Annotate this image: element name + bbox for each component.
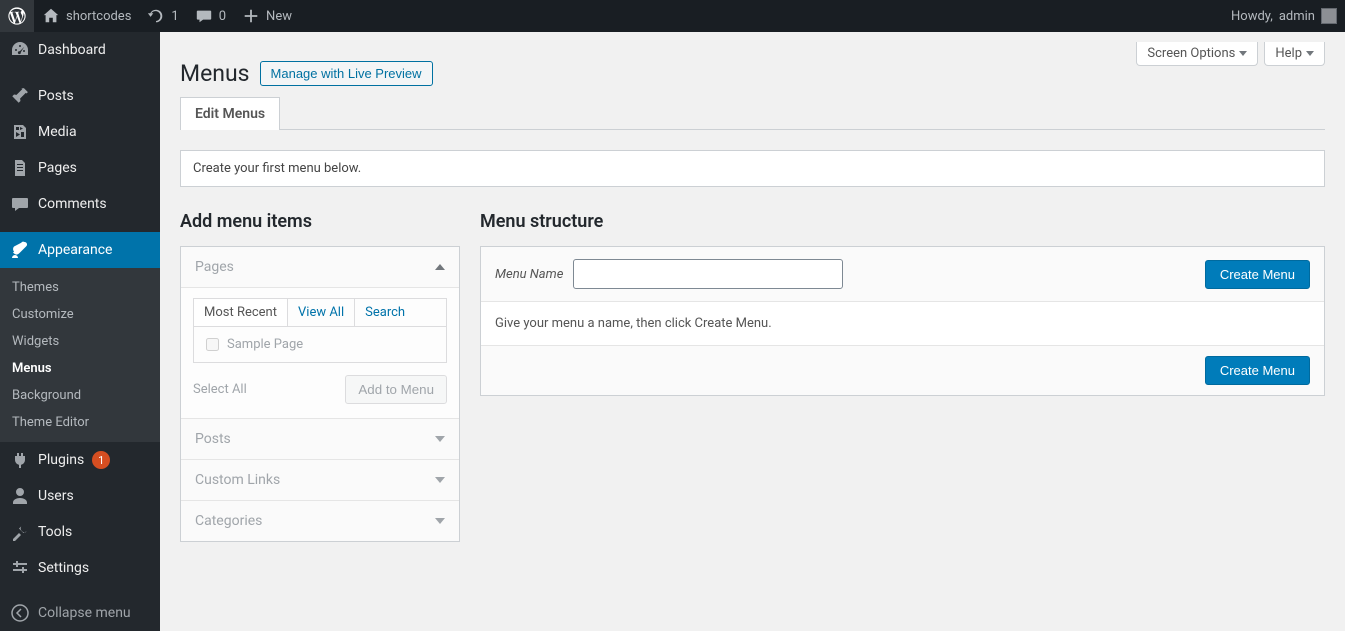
sidebar-item-label: Pages: [38, 160, 77, 176]
sidebar-item-media[interactable]: Media: [0, 114, 160, 150]
sidebar-item-users[interactable]: Users: [0, 478, 160, 514]
collapse-menu-label: Collapse menu: [38, 605, 131, 621]
comment-icon: [10, 194, 30, 214]
howdy-user: admin: [1279, 9, 1315, 24]
brush-icon: [10, 240, 30, 260]
site-name-link[interactable]: shortcodes: [34, 0, 139, 32]
accordion-container: Pages Most Recent View All Search Sa: [180, 246, 460, 542]
plug-icon: [10, 450, 30, 470]
howdy-prefix: Howdy,: [1231, 9, 1273, 24]
pages-checklist: Sample Page: [193, 327, 447, 363]
comments-link[interactable]: 0: [187, 0, 234, 32]
sidebar-item-plugins[interactable]: Plugins 1: [0, 442, 160, 478]
pages-tab-search[interactable]: Search: [355, 299, 415, 326]
sidebar-item-dashboard[interactable]: Dashboard: [0, 32, 160, 68]
my-account-link[interactable]: Howdy, admin: [1223, 0, 1345, 32]
submenu-item-customize[interactable]: Customize: [0, 301, 160, 328]
new-content-link[interactable]: New: [234, 0, 300, 32]
checkbox-input[interactable]: [206, 338, 219, 351]
accordion-pages-body: Most Recent View All Search Sample Page …: [181, 288, 459, 419]
chevron-down-icon: [435, 518, 445, 524]
dashboard-icon: [10, 40, 30, 60]
wp-logo-menu[interactable]: [0, 0, 34, 32]
submenu-item-themes[interactable]: Themes: [0, 274, 160, 301]
sidebar-item-label: Users: [38, 488, 74, 504]
pages-inner-tabs: Most Recent View All Search: [193, 298, 447, 327]
select-all-link[interactable]: Select All: [193, 382, 247, 397]
menu-name-label: Menu Name: [495, 267, 563, 282]
collapse-menu-button[interactable]: Collapse menu: [0, 595, 160, 631]
comment-bubble-icon: [195, 7, 213, 25]
page-checkbox-sample-page[interactable]: Sample Page: [206, 337, 434, 352]
wrench-icon: [10, 522, 30, 542]
notice-first-menu: Create your first menu below.: [180, 150, 1325, 187]
chevron-down-icon: [1239, 51, 1247, 56]
accordion-posts-heading[interactable]: Posts: [181, 419, 459, 460]
submenu-item-background[interactable]: Background: [0, 382, 160, 409]
menu-instructions: Give your menu a name, then click Create…: [481, 302, 1324, 346]
screen-options-toggle[interactable]: Screen Options: [1136, 42, 1258, 66]
help-toggle[interactable]: Help: [1264, 42, 1325, 66]
accordion-categories-heading[interactable]: Categories: [181, 501, 459, 541]
accordion-pages-heading[interactable]: Pages: [181, 247, 459, 288]
add-to-menu-button[interactable]: Add to Menu: [345, 375, 447, 404]
sidebar-item-label: Plugins: [38, 452, 84, 468]
pin-icon: [10, 86, 30, 106]
add-menu-items-heading: Add menu items: [180, 211, 460, 232]
appearance-submenu: Themes Customize Widgets Menus Backgroun…: [0, 268, 160, 442]
sliders-icon: [10, 558, 30, 578]
site-name-text: shortcodes: [66, 9, 131, 24]
chevron-down-icon: [435, 436, 445, 442]
comments-count: 0: [219, 9, 226, 24]
updates-count: 1: [171, 9, 178, 24]
updates-link[interactable]: 1: [139, 0, 186, 32]
admin-sidebar: Dashboard Posts Media Pages Comments App…: [0, 32, 160, 631]
sidebar-item-pages[interactable]: Pages: [0, 150, 160, 186]
chevron-up-icon: [435, 264, 445, 270]
main-content: Screen Options Help Menus Manage with Li…: [160, 32, 1345, 631]
pages-tab-view-all[interactable]: View All: [288, 299, 355, 326]
submenu-item-menus[interactable]: Menus: [0, 355, 160, 382]
submenu-item-theme-editor[interactable]: Theme Editor: [0, 409, 160, 436]
submenu-item-widgets[interactable]: Widgets: [0, 328, 160, 355]
sidebar-item-label: Dashboard: [38, 42, 106, 58]
chevron-down-icon: [1306, 51, 1314, 56]
create-menu-button-top[interactable]: Create Menu: [1205, 260, 1310, 289]
nav-tab-wrapper: Edit Menus: [180, 97, 1325, 130]
sidebar-item-label: Comments: [38, 196, 107, 212]
menu-structure-heading: Menu structure: [480, 211, 1325, 232]
accordion-custom-links-heading[interactable]: Custom Links: [181, 460, 459, 501]
chevron-down-icon: [435, 477, 445, 483]
sidebar-item-label: Appearance: [38, 242, 112, 258]
plugins-update-badge: 1: [92, 451, 110, 469]
sidebar-item-comments[interactable]: Comments: [0, 186, 160, 222]
sidebar-item-settings[interactable]: Settings: [0, 550, 160, 586]
admin-toolbar: shortcodes 1 0 New Howdy, admin: [0, 0, 1345, 32]
update-icon: [147, 7, 165, 25]
plus-icon: [242, 7, 260, 25]
live-preview-button[interactable]: Manage with Live Preview: [260, 61, 433, 86]
sidebar-item-label: Posts: [38, 88, 74, 104]
create-menu-button-bottom[interactable]: Create Menu: [1205, 356, 1310, 385]
tab-edit-menus[interactable]: Edit Menus: [180, 97, 280, 130]
home-icon: [42, 7, 60, 25]
avatar: [1321, 8, 1337, 24]
sidebar-item-label: Media: [38, 124, 77, 140]
sidebar-item-posts[interactable]: Posts: [0, 78, 160, 114]
user-icon: [10, 486, 30, 506]
menu-edit-frame: Menu Name Create Menu Give your menu a n…: [480, 246, 1325, 396]
pages-tab-recent[interactable]: Most Recent: [194, 299, 288, 326]
sidebar-item-appearance[interactable]: Appearance: [0, 232, 160, 268]
collapse-icon: [10, 603, 30, 623]
new-content-label: New: [266, 9, 292, 24]
wordpress-logo-icon: [8, 7, 26, 25]
page-icon: [10, 158, 30, 178]
sidebar-item-label: Tools: [38, 524, 72, 540]
sidebar-item-label: Settings: [38, 560, 89, 576]
menu-name-input[interactable]: [573, 259, 843, 289]
sidebar-item-tools[interactable]: Tools: [0, 514, 160, 550]
media-icon: [10, 122, 30, 142]
